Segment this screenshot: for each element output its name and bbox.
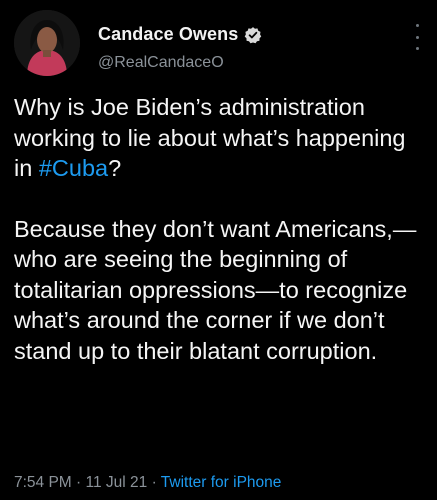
tweet-meta: 7:54 PM · 11 Jul 21 · Twitter for iPhone (14, 474, 281, 492)
verified-badge-icon (245, 26, 262, 43)
name-row: Candace Owens (98, 24, 262, 45)
tweet-time[interactable]: 7:54 PM (14, 474, 72, 491)
tweet-text-part: ? (108, 155, 122, 181)
tweet-paragraph-1: Why is Joe Biden’s administration workin… (14, 92, 426, 184)
display-name[interactable]: Candace Owens (98, 24, 238, 45)
tweet-text: Why is Joe Biden’s administration workin… (14, 92, 426, 366)
meta-separator: · (147, 474, 161, 491)
meta-separator: · (71, 474, 86, 491)
avatar-image (14, 10, 80, 76)
tweet: Candace Owens @RealCandaceO Why is Joe B… (0, 0, 437, 500)
tweet-date[interactable]: 11 Jul 21 (86, 474, 148, 491)
tweet-paragraph-2: Because they don’t want Americans,—who a… (14, 215, 417, 364)
hashtag-link[interactable]: #Cuba (39, 155, 108, 181)
more-options-icon[interactable] (410, 24, 424, 50)
tweet-source-link[interactable]: Twitter for iPhone (161, 474, 282, 491)
avatar[interactable] (14, 10, 80, 76)
tweet-header: Candace Owens @RealCandaceO (14, 10, 424, 80)
handle[interactable]: @RealCandaceO (98, 54, 224, 72)
